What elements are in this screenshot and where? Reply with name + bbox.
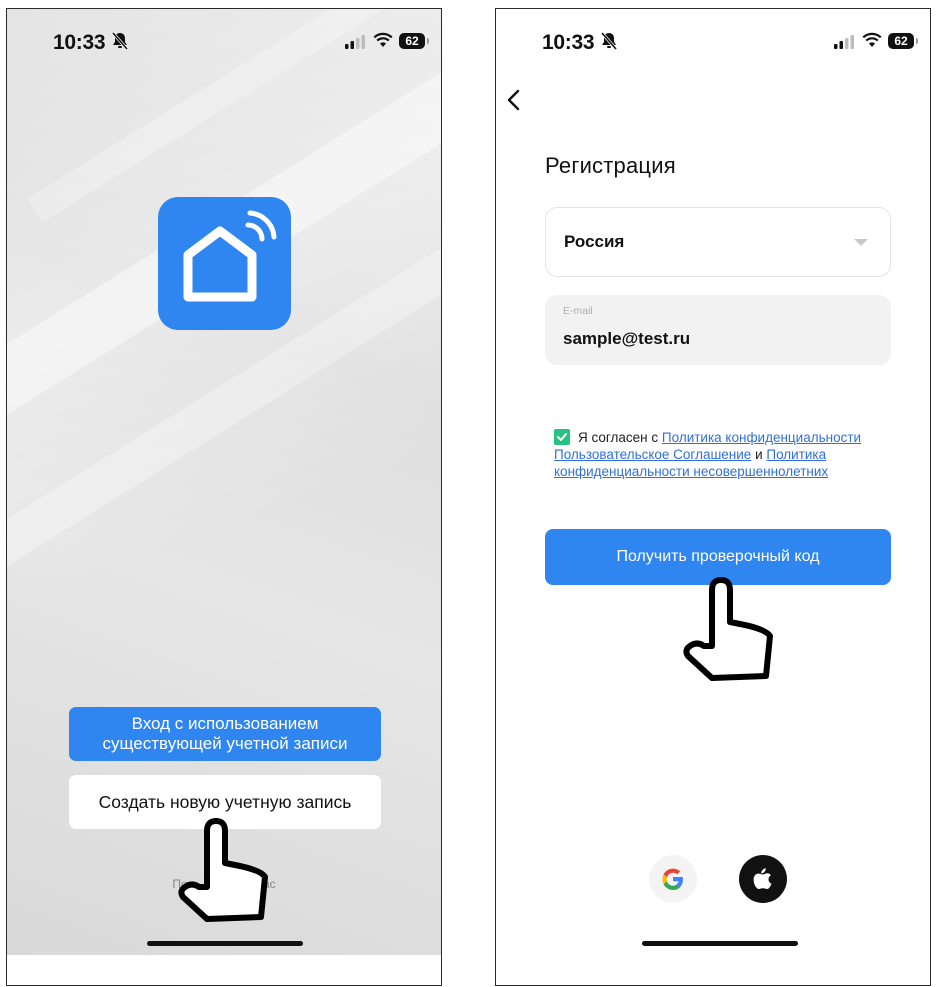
pointing-hand-icon <box>177 815 277 930</box>
country-value: Россия <box>564 232 625 251</box>
agree-checkbox[interactable] <box>554 429 570 445</box>
back-chevron-icon[interactable] <box>506 89 522 116</box>
email-value: sample@test.ru <box>563 329 691 348</box>
apple-icon[interactable] <box>739 855 787 903</box>
phone-screen-registration: 10:33 62 Регистрация Россия E-mail sampl… <box>495 8 931 986</box>
bell-muted-icon <box>600 31 618 56</box>
cellular-signal-icon <box>834 35 856 54</box>
user-agreement-link[interactable]: Пользовательское Соглашение <box>554 447 751 462</box>
wifi-icon <box>373 32 393 53</box>
email-label: E-mail <box>563 305 593 317</box>
page-title: Регистрация <box>545 153 676 178</box>
privacy-policy-link[interactable]: Политика конфиденциальности <box>662 430 861 445</box>
battery-indicator: 62 <box>399 33 429 49</box>
cellular-signal-icon <box>345 35 367 54</box>
bell-muted-icon <box>111 31 129 56</box>
status-bar: 10:33 62 <box>7 29 441 57</box>
phone-screen-welcome: 10:33 62 Вход с использованием существую… <box>6 8 442 986</box>
home-indicator <box>147 941 303 946</box>
agreement-text: Я согласен с Политика конфиденциальности… <box>554 429 894 480</box>
pointing-hand-icon <box>682 574 782 689</box>
wifi-icon <box>862 32 882 53</box>
agreement-conjunction: и <box>755 447 763 462</box>
smart-home-app-icon <box>158 197 291 330</box>
dropdown-arrow-icon <box>854 239 868 246</box>
battery-indicator: 62 <box>888 33 918 49</box>
status-bar: 10:33 62 <box>496 29 930 57</box>
google-icon[interactable] <box>649 855 697 903</box>
status-time: 10:33 <box>542 31 595 54</box>
status-time: 10:33 <box>53 31 106 54</box>
login-existing-account-button[interactable]: Вход с использованием существующей учетн… <box>69 707 381 761</box>
home-indicator <box>642 941 798 946</box>
agreement-prefix: Я согласен с <box>578 430 659 445</box>
email-field[interactable]: E-mail sample@test.ru <box>545 295 891 365</box>
country-select[interactable]: Россия <box>545 207 891 277</box>
